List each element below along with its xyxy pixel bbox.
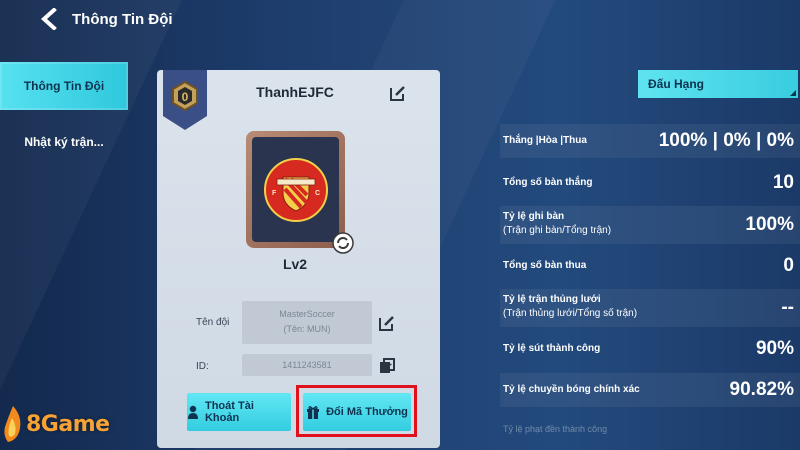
stat-row-penalty-faded: Tỷ lệ phạt đền thành công [503,424,608,434]
edit-team-icon[interactable] [378,314,396,332]
stat-row-conceded-rate: Tỷ lệ trận thủng lưới (Trận thủng lưới/T… [500,289,800,327]
user-icon [187,405,198,419]
stat-label: Thắng |Hòa |Thua [503,135,587,146]
id-label: ID: [196,361,209,372]
team-level: Lv2 [282,256,308,272]
stat-label: Tổng số bàn thắng [503,177,593,188]
stat-value: 10 [772,172,794,193]
sidebar-item-team-info[interactable]: Thông Tin Đội [0,62,128,110]
logout-button[interactable]: Thoát Tài Khoản [187,393,291,431]
stat-row-pass-accuracy: Tỷ lệ chuyền bóng chính xác 90.82% [500,373,800,407]
stat-value: 100% [745,214,794,235]
stat-sublabel: (Trận ghi bàn/Tổng trận) [503,225,612,236]
logo-text: 8Game [26,411,110,437]
logout-label: Thoát Tài Khoản [204,400,254,424]
stat-label: Tỷ lệ chuyền bóng chính xác [503,384,640,395]
rank-badge-icon: 0 [163,70,207,130]
stat-label: Tỷ lệ trận thủng lưới [503,294,601,305]
back-arrow-icon[interactable] [38,6,60,32]
mode-dropdown-value: Đấu Hạng [648,77,705,91]
stat-value: 90.82% [729,379,794,400]
id-value: 1411243581 [282,360,332,370]
team-crest-frame: F C [246,131,345,248]
dropdown-corner-icon [790,90,796,96]
mode-dropdown[interactable]: Đấu Hạng [638,70,798,98]
svg-text:C: C [315,190,320,197]
stat-row-goals: Tổng số bàn thắng 10 [500,166,800,200]
sidebar-item-label: Nhật ký trận... [24,135,104,149]
change-crest-icon[interactable] [332,232,354,254]
stat-row-goals-conceded: Tổng số bàn thua 0 [500,249,800,283]
sidebar-item-label: Thông Tin Đội [23,79,105,93]
stat-value: -- [781,297,794,318]
stat-value: 100% | 0% | 0% [658,130,794,151]
stat-row-scoring-rate: Tỷ lệ ghi bàn (Trận ghi bàn/Tổng trận) 1… [500,206,800,244]
stat-value: 90% [755,338,794,359]
id-field: 1411243581 [242,354,372,376]
page-title: Thông Tin Đội [72,10,173,28]
flame-icon [4,406,21,442]
manchester-crest-icon: F C [263,157,328,222]
team-name-label: Tên đội [196,317,230,328]
svg-text:F: F [272,190,277,197]
copy-id-icon[interactable] [378,357,396,375]
stat-row-win-draw-loss: Thắng |Hòa |Thua 100% | 0% | 0% [500,124,800,158]
stat-row-shot-success: Tỷ lệ sút thành công 90% [500,332,800,366]
team-name-value: MasterSoccer [279,309,335,319]
team-short-name: (Tên: MUN) [283,324,331,334]
sidebar-item-match-log[interactable]: Nhật ký trận... [0,118,128,166]
stat-label: Tỷ lệ sút thành công [503,343,601,354]
stat-sublabel: (Trận thủng lưới/Tổng số trận) [503,308,638,319]
team-name-field: MasterSoccer (Tên: MUN) [242,301,372,344]
redeem-highlight-box [296,385,417,437]
stat-label: Tỷ lệ ghi bàn [503,211,565,222]
team-name: ThanhEJFC [256,84,334,100]
8game-logo: 8Game [0,402,110,446]
stat-value: 0 [783,255,794,276]
header: Thông Tin Đội [38,6,173,32]
edit-name-icon[interactable] [389,84,407,102]
stat-label: Tổng số bàn thua [503,260,587,271]
rank-badge-value: 0 [182,90,189,104]
